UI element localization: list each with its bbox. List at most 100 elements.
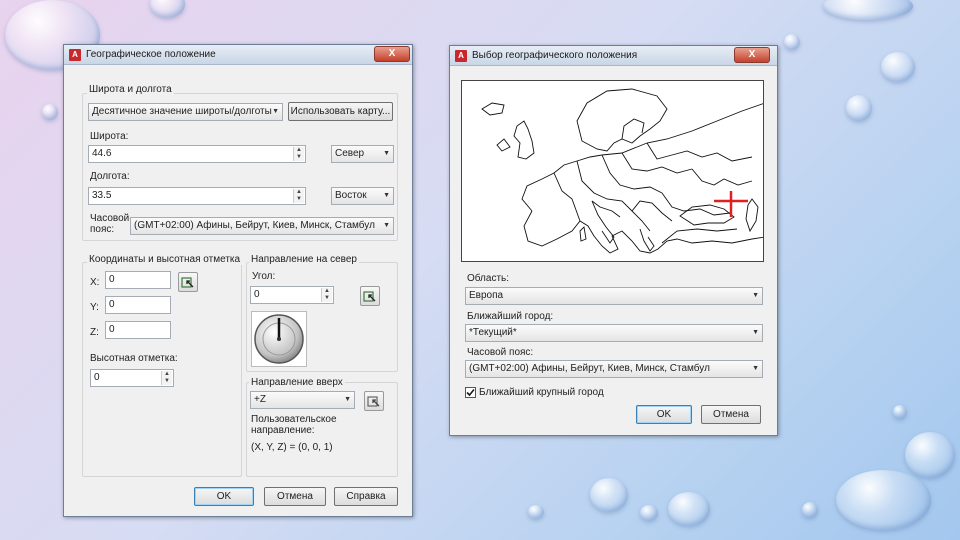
- region-value: Европа: [469, 290, 504, 301]
- longitude-direction-value: Восток: [335, 190, 367, 201]
- angle-input[interactable]: 0 ▲ ▼: [250, 286, 334, 304]
- map-timezone-label: Часовой пояс:: [467, 347, 534, 358]
- dropdown-arrow-icon: ▼: [383, 222, 390, 229]
- water-drop: [905, 432, 955, 478]
- map-ok-button[interactable]: OK: [636, 405, 692, 424]
- longitude-value: 33.5: [92, 190, 112, 201]
- spinner-icon[interactable]: ▲ ▼: [161, 371, 172, 385]
- dialog-title: Выбор географического положения: [472, 50, 638, 61]
- europe-map: [481, 88, 763, 254]
- pick-angle-button[interactable]: [360, 286, 380, 306]
- coord-format-value: Десятичное значение широты/долготы: [92, 106, 272, 117]
- ok-button[interactable]: OK: [194, 487, 254, 506]
- coords-group-title: Координаты и высотная отметка: [87, 254, 243, 265]
- city-label: Ближайший город:: [467, 311, 554, 322]
- timezone-label-line1: Часовой: [90, 213, 130, 224]
- map-view[interactable]: [461, 80, 764, 262]
- y-label: Y:: [90, 302, 99, 313]
- dropdown-arrow-icon: ▼: [752, 292, 759, 299]
- dropdown-arrow-icon: ▼: [272, 108, 279, 115]
- dropdown-arrow-icon: ▼: [383, 192, 390, 199]
- close-icon[interactable]: X: [734, 47, 770, 63]
- custom-direction-value: (X, Y, Z) = (0, 0, 1): [251, 442, 333, 453]
- nearest-city-label: Ближайший крупный город: [479, 387, 604, 398]
- pick-point-icon: [367, 396, 380, 407]
- water-drop: [836, 470, 931, 530]
- custom-direction-label-line2: направление:: [251, 425, 315, 436]
- x-value: 0: [109, 274, 115, 285]
- compass-widget[interactable]: [251, 311, 307, 367]
- x-input[interactable]: 0: [105, 271, 171, 289]
- city-select[interactable]: *Текущий* ▼: [465, 324, 763, 342]
- custom-direction-label-line1: Пользовательское: [251, 414, 337, 425]
- angle-value: 0: [254, 289, 260, 300]
- y-value: 0: [109, 299, 115, 310]
- cancel-button[interactable]: Отмена: [264, 487, 326, 506]
- water-drop: [150, 0, 185, 18]
- x-label: X:: [90, 277, 100, 288]
- spinner-icon[interactable]: ▲ ▼: [293, 147, 304, 161]
- elevation-input[interactable]: 0 ▲ ▼: [90, 369, 174, 387]
- checkbox-icon: [466, 388, 475, 397]
- up-group-title: Направление вверх: [249, 377, 345, 388]
- use-map-button[interactable]: Использовать карту...: [288, 102, 393, 121]
- water-drop: [802, 502, 818, 518]
- spinner-icon[interactable]: ▲ ▼: [293, 189, 304, 203]
- region-select[interactable]: Европа ▼: [465, 287, 763, 305]
- latitude-label: Широта:: [90, 131, 129, 142]
- spinner-icon[interactable]: ▲ ▼: [321, 288, 332, 302]
- latitude-direction-value: Север: [335, 148, 365, 159]
- timezone-select[interactable]: (GMT+02:00) Афины, Бейрут, Киев, Минск, …: [130, 217, 394, 235]
- app-icon: A: [455, 50, 467, 62]
- geo-location-dialog: A Географическое положение X Широта и до…: [63, 44, 413, 517]
- timezone-label: Часовой пояс:: [90, 213, 129, 235]
- north-group-title: Направление на север: [249, 254, 359, 265]
- elevation-label: Высотная отметка:: [90, 353, 178, 364]
- water-drop: [846, 95, 872, 121]
- z-input[interactable]: 0: [105, 321, 171, 339]
- water-drop: [640, 505, 658, 521]
- z-value: 0: [109, 324, 115, 335]
- latitude-direction-select[interactable]: Север ▼: [331, 145, 394, 163]
- water-drop: [881, 52, 915, 82]
- z-label: Z:: [90, 327, 99, 338]
- water-drop: [823, 0, 913, 20]
- dropdown-arrow-icon: ▼: [752, 329, 759, 336]
- water-drop: [590, 478, 628, 512]
- location-marker-icon: [714, 191, 748, 217]
- water-drop: [893, 405, 907, 419]
- city-value: *Текущий*: [469, 327, 517, 338]
- app-icon: A: [69, 49, 81, 61]
- water-drop: [42, 104, 58, 120]
- map-cancel-button[interactable]: Отмена: [701, 405, 761, 424]
- dropdown-arrow-icon: ▼: [383, 150, 390, 157]
- title-bar[interactable]: A Выбор географического положения X: [450, 46, 777, 66]
- map-select-dialog: A Выбор географического положения X Обла…: [449, 45, 778, 436]
- compass-icon: [254, 314, 304, 364]
- angle-label: Угол:: [252, 271, 276, 282]
- latitude-value: 44.6: [92, 148, 112, 159]
- elevation-value: 0: [94, 372, 100, 383]
- title-bar[interactable]: A Географическое положение X: [64, 45, 412, 65]
- longitude-input[interactable]: 33.5 ▲ ▼: [88, 187, 306, 205]
- y-input[interactable]: 0: [105, 296, 171, 314]
- map-timezone-select[interactable]: (GMT+02:00) Афины, Бейрут, Киев, Минск, …: [465, 360, 763, 378]
- up-direction-select[interactable]: +Z ▼: [250, 391, 355, 409]
- help-button[interactable]: Справка: [334, 487, 398, 506]
- up-direction-value: +Z: [254, 394, 266, 405]
- dialog-title: Географическое положение: [86, 49, 216, 60]
- region-label: Область:: [467, 273, 510, 284]
- dropdown-arrow-icon: ▼: [752, 365, 759, 372]
- pick-point-icon: [363, 291, 376, 302]
- latlon-group-title: Широта и долгота: [87, 84, 174, 95]
- nearest-city-checkbox[interactable]: [465, 387, 476, 398]
- map-timezone-value: (GMT+02:00) Афины, Бейрут, Киев, Минск, …: [469, 363, 710, 374]
- close-icon[interactable]: X: [374, 46, 410, 62]
- longitude-direction-select[interactable]: Восток ▼: [331, 187, 394, 205]
- pick-up-button[interactable]: [364, 391, 384, 411]
- coord-format-select[interactable]: Десятичное значение широты/долготы ▼: [88, 103, 283, 121]
- latitude-input[interactable]: 44.6 ▲ ▼: [88, 145, 306, 163]
- water-drop: [784, 34, 800, 50]
- pick-point-button[interactable]: [178, 272, 198, 292]
- longitude-label: Долгота:: [90, 171, 130, 182]
